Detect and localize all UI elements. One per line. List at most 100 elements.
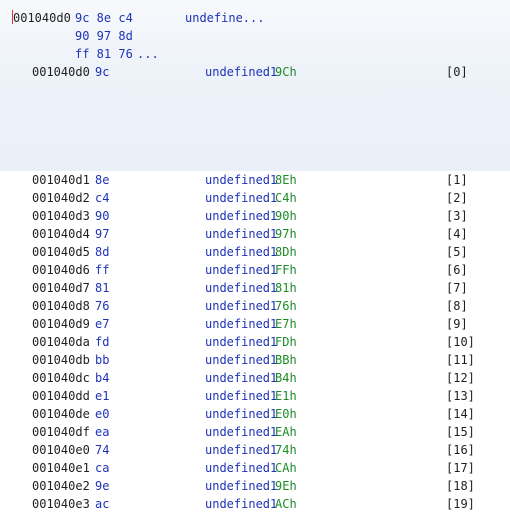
row-mnemonic[interactable]: undefined1 (205, 441, 277, 459)
row-address[interactable]: 001040d1 (32, 171, 90, 189)
row-mnemonic[interactable]: undefined1 (205, 171, 277, 189)
row-address[interactable]: 001040d4 (32, 225, 90, 243)
row-address[interactable]: 001040d9 (32, 315, 90, 333)
row-address[interactable]: 001040e1 (32, 459, 90, 477)
row-index[interactable]: [0] (446, 63, 468, 81)
code-listing[interactable]: 001040d0 9c 8e c4 undefine... 90 97 8d f… (0, 0, 510, 518)
row-index[interactable]: [10] (446, 333, 475, 351)
row-byte[interactable]: ff (95, 261, 109, 279)
row-mnemonic[interactable]: undefined1 (205, 387, 277, 405)
row-value[interactable]: E7h (275, 315, 297, 333)
row-address[interactable]: 001040d6 (32, 261, 90, 279)
row-address[interactable]: 001040d7 (32, 279, 90, 297)
row-byte[interactable]: e0 (95, 405, 109, 423)
row-index[interactable]: [7] (446, 279, 468, 297)
row-byte[interactable]: 8d (95, 243, 109, 261)
row-address[interactable]: 001040dd (32, 387, 90, 405)
row-byte[interactable]: c4 (95, 189, 109, 207)
row-address[interactable]: 001040db (32, 351, 90, 369)
row-mnemonic[interactable]: undefined1 (205, 207, 277, 225)
row-index[interactable]: [5] (446, 243, 468, 261)
row-byte[interactable]: ca (95, 459, 109, 477)
row-index[interactable]: [9] (446, 315, 468, 333)
row-value[interactable]: 81h (275, 279, 297, 297)
row-byte[interactable]: 74 (95, 441, 109, 459)
row-mnemonic[interactable]: undefined1 (205, 297, 277, 315)
row-address[interactable]: 001040da (32, 333, 90, 351)
row-mnemonic[interactable]: undefined1 (205, 225, 277, 243)
header-mnemonic[interactable]: undefine... (185, 9, 264, 27)
row-address[interactable]: 001040d8 (32, 297, 90, 315)
row-mnemonic[interactable]: undefined1 (205, 279, 277, 297)
row-byte[interactable]: 9c (95, 63, 109, 81)
row-byte[interactable]: 81 (95, 279, 109, 297)
row-address[interactable]: 001040e3 (32, 495, 90, 513)
row-address[interactable]: 001040d3 (32, 207, 90, 225)
row-value[interactable]: FFh (275, 261, 297, 279)
row-index[interactable]: [11] (446, 351, 475, 369)
row-byte[interactable]: 8e (95, 171, 109, 189)
row-address[interactable]: 001040d5 (32, 243, 90, 261)
row-mnemonic[interactable]: undefined1 (205, 243, 277, 261)
row-address[interactable]: 001040dc (32, 369, 90, 387)
row-address[interactable]: 001040d0 (32, 63, 90, 81)
row-address[interactable]: 001040e2 (32, 477, 90, 495)
row-value[interactable]: 97h (275, 225, 297, 243)
row-address[interactable]: 001040de (32, 405, 90, 423)
row-mnemonic[interactable]: undefined1 (205, 405, 277, 423)
row-value[interactable]: 76h (275, 297, 297, 315)
row-index[interactable]: [16] (446, 441, 475, 459)
row-value[interactable]: 8Dh (275, 243, 297, 261)
row-mnemonic[interactable]: undefined1 (205, 369, 277, 387)
row-index[interactable]: [1] (446, 171, 468, 189)
row-index[interactable]: [2] (446, 189, 468, 207)
row-mnemonic[interactable]: undefined1 (205, 333, 277, 351)
row-mnemonic[interactable]: undefined1 (205, 63, 277, 81)
row-byte[interactable]: e1 (95, 387, 109, 405)
row-value[interactable]: BBh (275, 351, 297, 369)
row-byte[interactable]: e7 (95, 315, 109, 333)
row-index[interactable]: [13] (446, 387, 475, 405)
row-value[interactable]: E1h (275, 387, 297, 405)
row-value[interactable]: E0h (275, 405, 297, 423)
row-mnemonic[interactable]: undefined1 (205, 315, 277, 333)
row-byte[interactable]: ac (95, 495, 109, 513)
row-address[interactable]: 001040e0 (32, 441, 90, 459)
row-value[interactable]: 90h (275, 207, 297, 225)
row-value[interactable]: 9Eh (275, 477, 297, 495)
row-value[interactable]: CAh (275, 459, 297, 477)
row-byte[interactable]: 76 (95, 297, 109, 315)
row-byte[interactable]: 9e (95, 477, 109, 495)
row-index[interactable]: [12] (446, 369, 475, 387)
row-index[interactable]: [14] (446, 405, 475, 423)
row-byte[interactable]: fd (95, 333, 109, 351)
row-index[interactable]: [4] (446, 225, 468, 243)
row-index[interactable]: [8] (446, 297, 468, 315)
row-mnemonic[interactable]: undefined1 (205, 477, 277, 495)
row-address[interactable]: 001040d2 (32, 189, 90, 207)
row-mnemonic[interactable]: undefined1 (205, 495, 277, 513)
row-byte[interactable]: 97 (95, 225, 109, 243)
row-byte[interactable]: bb (95, 351, 109, 369)
header-bytes-line-1[interactable]: 9c 8e c4 (75, 9, 133, 27)
row-index[interactable]: [19] (446, 495, 475, 513)
row-value[interactable]: 74h (275, 441, 297, 459)
row-mnemonic[interactable]: undefined1 (205, 423, 277, 441)
row-index[interactable]: [18] (446, 477, 475, 495)
row-value[interactable]: ACh (275, 495, 297, 513)
row-mnemonic[interactable]: undefined1 (205, 459, 277, 477)
row-mnemonic[interactable]: undefined1 (205, 189, 277, 207)
row-byte[interactable]: b4 (95, 369, 109, 387)
row-value[interactable]: B4h (275, 369, 297, 387)
row-value[interactable]: FDh (275, 333, 297, 351)
header-bytes-line-2[interactable]: 90 97 8d (75, 27, 133, 45)
row-byte[interactable]: ea (95, 423, 109, 441)
header-bytes-line-3[interactable]: ff 81 76 (75, 45, 133, 63)
row-mnemonic[interactable]: undefined1 (205, 261, 277, 279)
row-index[interactable]: [6] (446, 261, 468, 279)
row-value[interactable]: 8Eh (275, 171, 297, 189)
row-value[interactable]: EAh (275, 423, 297, 441)
row-index[interactable]: [15] (446, 423, 475, 441)
row-byte[interactable]: 90 (95, 207, 109, 225)
row-value[interactable]: 9Ch (275, 63, 297, 81)
